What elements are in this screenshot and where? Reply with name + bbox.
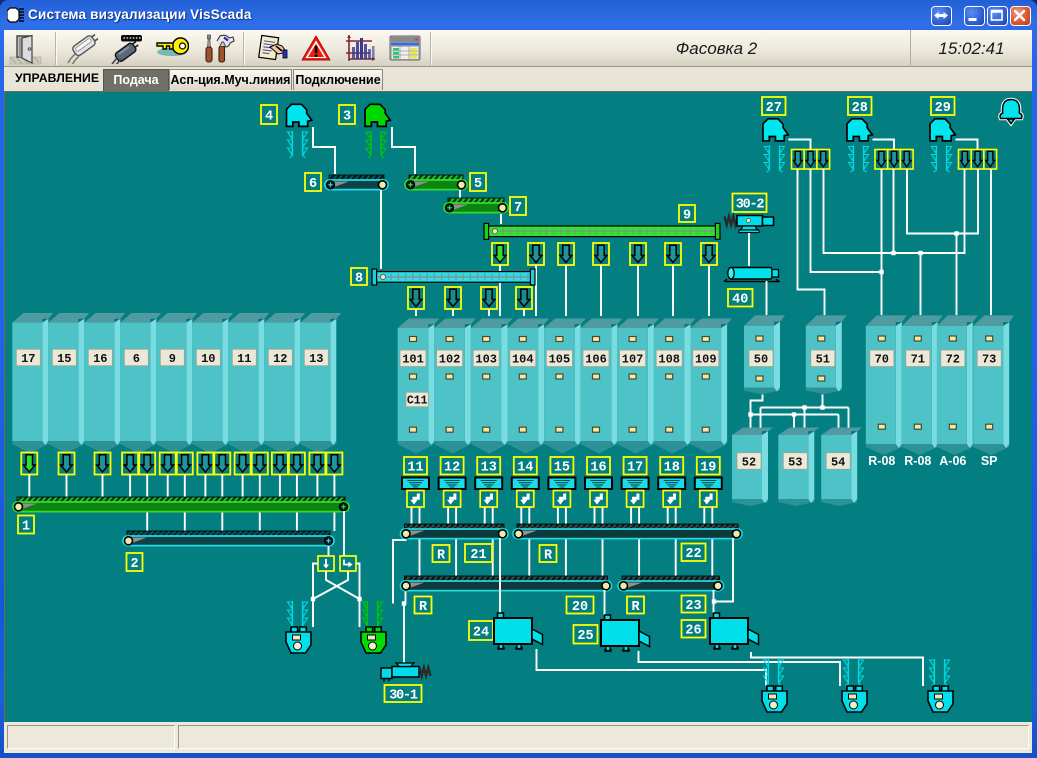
svg-text:A-06: A-06 [939,454,966,468]
svg-text:108: 108 [658,353,680,367]
svg-text:6: 6 [309,177,317,192]
svg-text:24: 24 [473,625,489,640]
svg-text:R-08: R-08 [904,454,931,468]
svg-text:26: 26 [685,624,701,639]
svg-text:30-1: 30-1 [389,688,418,703]
svg-text:4: 4 [265,109,273,124]
svg-text:11: 11 [237,352,251,366]
svg-text:12: 12 [273,352,287,366]
svg-text:9: 9 [169,352,176,366]
svg-text:25: 25 [577,629,593,644]
svg-text:17: 17 [21,352,35,366]
svg-text:17: 17 [627,461,643,476]
svg-text:22: 22 [685,547,701,562]
svg-text:6: 6 [133,352,140,366]
svg-text:107: 107 [622,353,644,367]
svg-text:18: 18 [664,461,680,476]
svg-text:106: 106 [585,353,607,367]
svg-text:R: R [544,548,553,563]
svg-text:10: 10 [201,352,215,366]
svg-text:7: 7 [514,201,522,216]
svg-text:29: 29 [935,101,951,116]
svg-text:30-2: 30-2 [736,198,765,213]
svg-text:8: 8 [355,271,363,286]
svg-text:53: 53 [788,455,802,469]
svg-text:12: 12 [444,461,460,476]
svg-text:R: R [419,600,428,615]
svg-text:72: 72 [946,353,960,367]
svg-text:1: 1 [22,519,30,534]
svg-text:16: 16 [590,461,606,476]
svg-text:19: 19 [700,461,716,476]
svg-text:11: 11 [407,461,423,476]
svg-text:9: 9 [683,208,691,223]
svg-text:R: R [437,548,446,563]
svg-text:13: 13 [309,352,323,366]
svg-text:28: 28 [852,101,868,116]
svg-text:14: 14 [517,461,533,476]
svg-text:R-08: R-08 [868,454,895,468]
svg-text:105: 105 [549,353,571,367]
svg-text:104: 104 [512,353,534,367]
svg-text:15: 15 [57,352,71,366]
svg-text:109: 109 [695,353,717,367]
svg-text:2: 2 [130,557,138,572]
svg-text:13: 13 [481,461,497,476]
svg-text:70: 70 [875,353,889,367]
svg-text:5: 5 [474,177,482,192]
svg-text:51: 51 [816,353,830,367]
svg-text:3: 3 [343,109,351,124]
svg-text:16: 16 [93,352,107,366]
svg-text:40: 40 [732,293,748,308]
svg-text:20: 20 [572,600,588,615]
svg-text:103: 103 [475,353,497,367]
svg-text:C11: C11 [407,395,428,408]
svg-text:102: 102 [439,353,461,367]
svg-text:27: 27 [766,101,782,116]
svg-text:52: 52 [742,455,756,469]
svg-text:71: 71 [911,353,925,367]
svg-text:15: 15 [554,461,570,476]
svg-text:54: 54 [831,455,845,469]
svg-text:23: 23 [685,599,701,614]
svg-text:21: 21 [470,548,486,563]
svg-text:101: 101 [402,353,424,367]
svg-text:73: 73 [982,353,996,367]
svg-text:R: R [631,600,640,615]
svg-text:50: 50 [754,353,768,367]
svg-text:SP: SP [981,454,998,468]
